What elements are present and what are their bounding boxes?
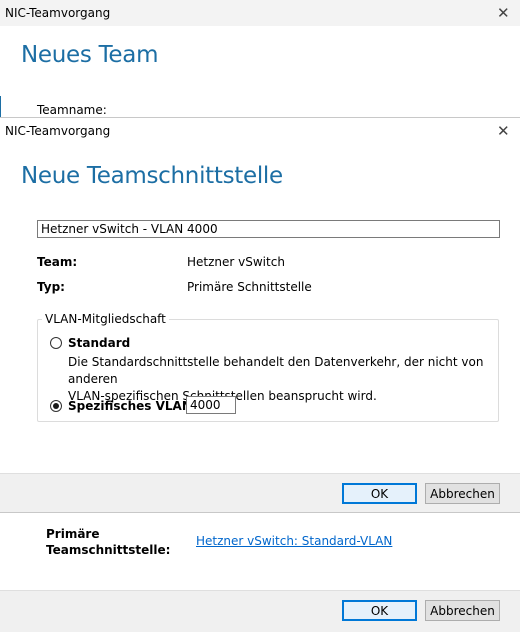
back-window-accent-line <box>0 96 1 118</box>
dialog-close-icon[interactable]: ✕ <box>497 124 510 139</box>
standard-radio-label[interactable]: Standard <box>68 336 130 350</box>
team-value: Hetzner vSwitch <box>187 255 285 269</box>
specific-vlan-label[interactable]: Spezifisches VLAN: <box>68 399 197 413</box>
vlan-id-input[interactable]: 4000 <box>186 396 236 414</box>
back-window-title: NIC-Teamvorgang <box>5 6 111 20</box>
dialog-cancel-button[interactable]: Abbrechen <box>425 483 500 504</box>
standard-radio-icon[interactable] <box>50 337 62 349</box>
primary-interface-label: Primäre Teamschnittstelle: <box>46 526 170 558</box>
primary-interface-label-line2: Teamschnittstelle: <box>46 543 171 557</box>
interface-dialog: NIC-Teamvorgang ✕ Neue Teamschnittstelle… <box>0 117 520 513</box>
type-value: Primäre Schnittstelle <box>187 280 312 294</box>
back-window-close-icon[interactable]: ✕ <box>497 6 510 21</box>
dialog-heading: Neue Teamschnittstelle <box>21 163 283 189</box>
vlan-group-label: VLAN-Mitgliedschaft <box>42 312 169 326</box>
standard-description: Die Standardschnittstelle behandelt den … <box>68 354 520 405</box>
primary-interface-link[interactable]: Hetzner vSwitch: Standard-VLAN <box>196 534 392 548</box>
standard-description-line1: Die Standardschnittstelle behandelt den … <box>68 355 484 386</box>
primary-interface-label-line1: Primäre <box>46 527 100 541</box>
team-label: Team: <box>37 255 78 269</box>
dialog-ok-button[interactable]: OK <box>342 483 417 504</box>
back-window-heading: Neues Team <box>21 42 159 68</box>
interface-name-input[interactable]: Hetzner vSwitch - VLAN 4000 <box>37 220 500 238</box>
type-label: Typ: <box>37 280 65 294</box>
back-ok-button[interactable]: OK <box>342 600 417 621</box>
back-window-titlebar: NIC-Teamvorgang ✕ <box>0 0 520 26</box>
back-cancel-button[interactable]: Abbrechen <box>425 600 500 621</box>
dialog-title: NIC-Teamvorgang <box>5 124 111 138</box>
specific-vlan-radio-icon[interactable] <box>50 400 62 412</box>
dialog-titlebar: NIC-Teamvorgang ✕ <box>0 118 520 144</box>
teamname-label: Teamname: <box>37 103 107 117</box>
